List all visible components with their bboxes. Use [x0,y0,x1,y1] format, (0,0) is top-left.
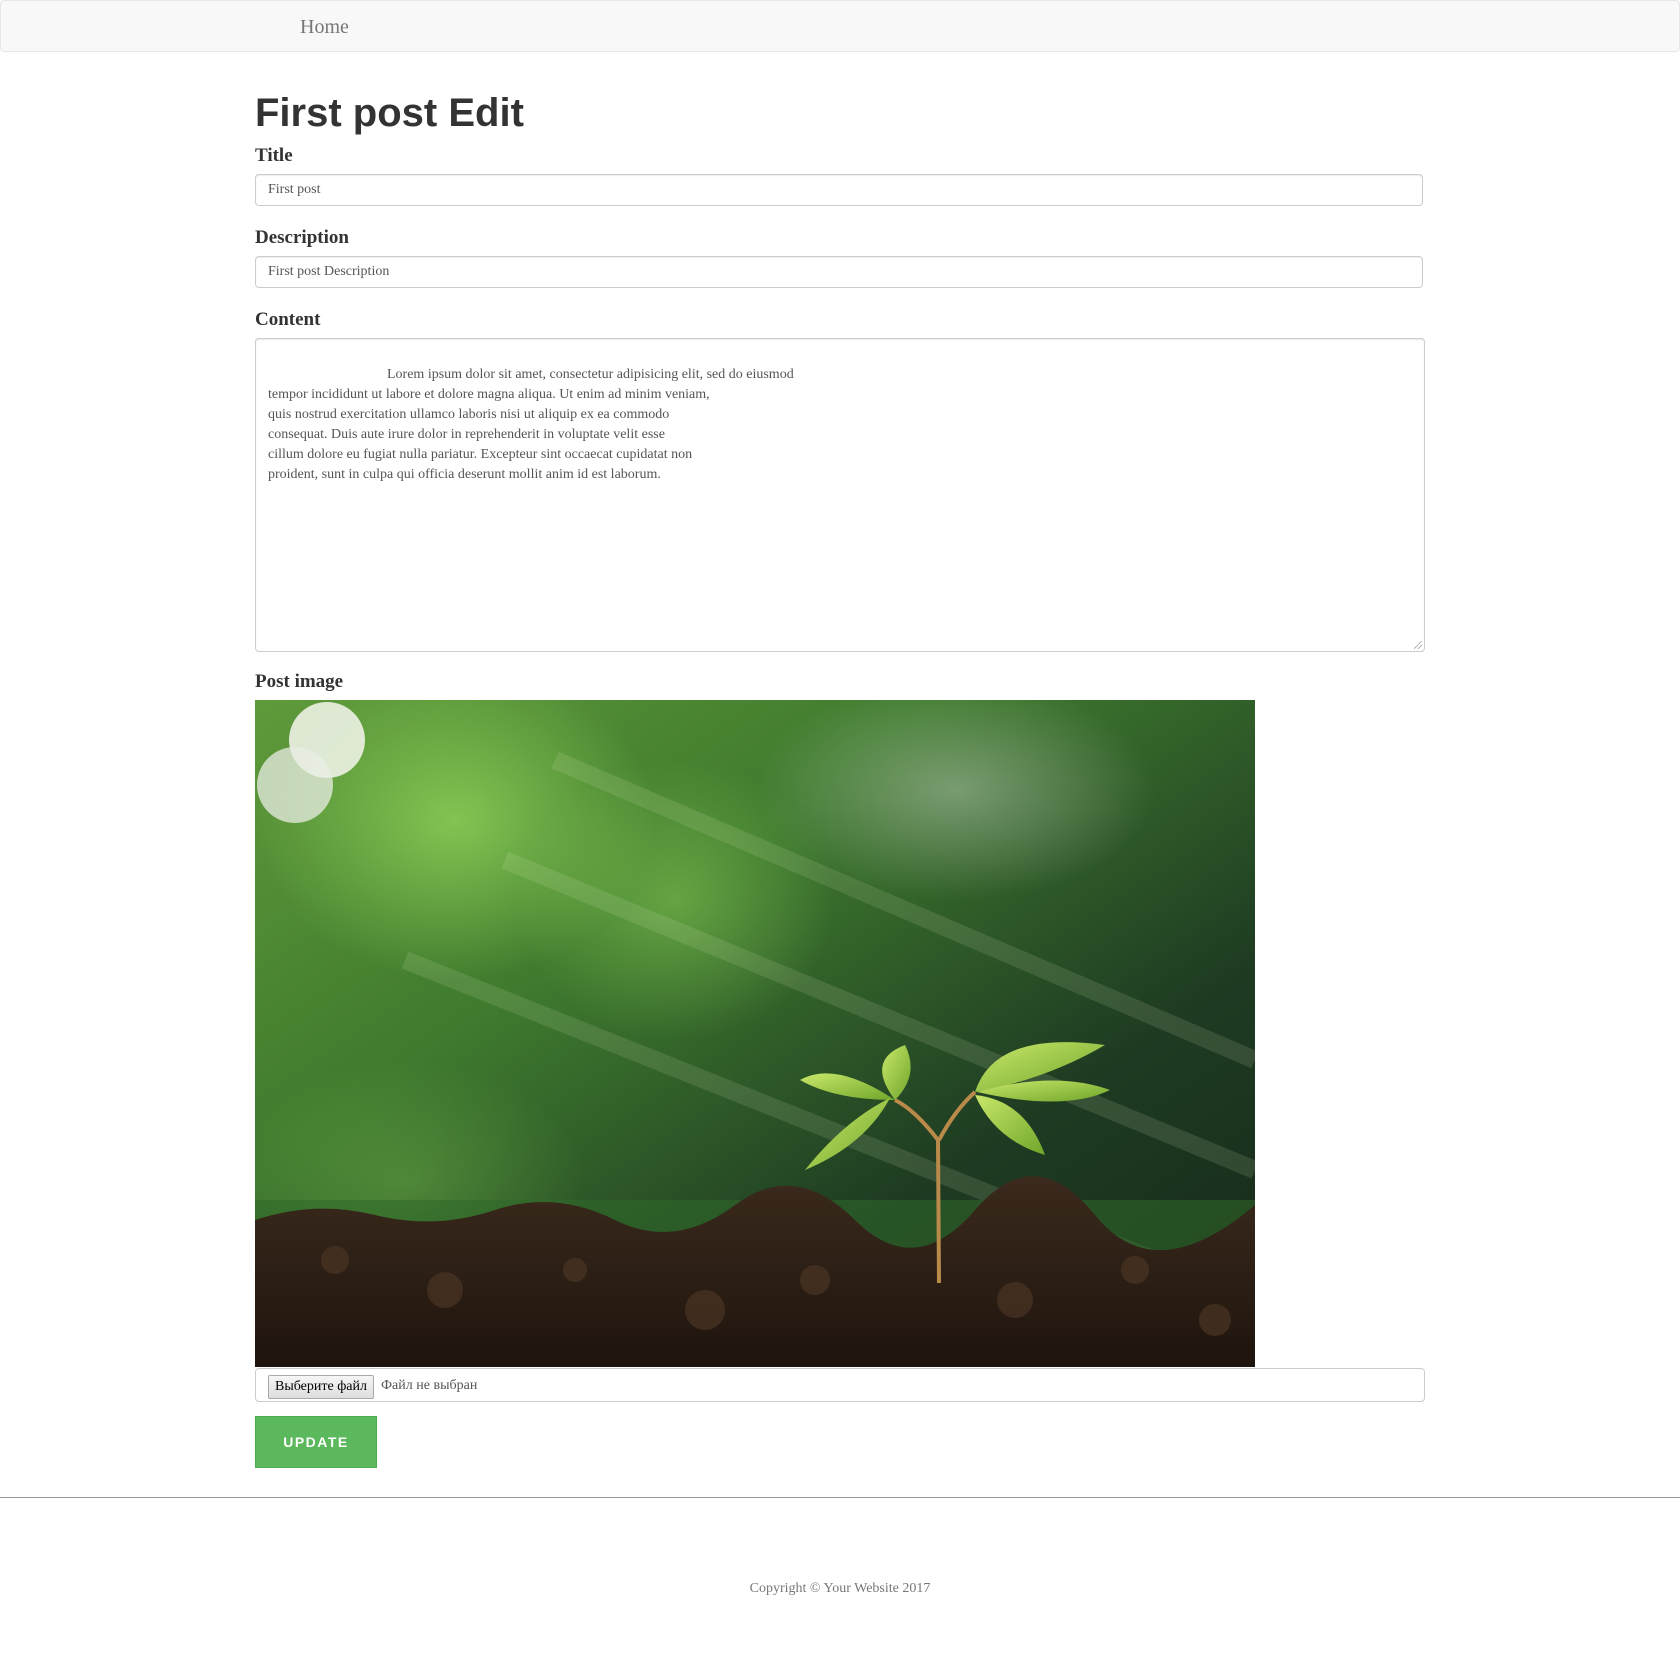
post-image [255,700,1255,1367]
footer-divider [0,1497,1680,1498]
file-status: Файл не выбран [381,1378,478,1393]
description-input[interactable]: First post Description [255,256,1423,288]
page-title: First post Edit [255,91,524,135]
content-text: Lorem ipsum dolor sit amet, consectetur … [268,367,794,482]
description-label: Description [255,227,349,248]
content-textarea[interactable]: Lorem ipsum dolor sit amet, consectetur … [255,338,1425,652]
title-label: Title [255,145,293,166]
resize-handle-icon[interactable] [1414,641,1422,649]
choose-file-button[interactable]: Выберите файл [268,1375,374,1399]
content-label: Content [255,309,321,330]
update-button[interactable]: UPDATE [255,1416,377,1468]
nav-home-link[interactable]: Home [300,15,349,39]
post-image-label: Post image [255,671,344,692]
footer-copyright: Copyright © Your Website 2017 [749,1581,931,1596]
seedling-photo [255,700,1255,1367]
file-input[interactable]: Выберите файл Файл не выбран [255,1368,1425,1402]
navbar: Home [0,0,1680,52]
title-input[interactable]: First post [255,174,1423,206]
